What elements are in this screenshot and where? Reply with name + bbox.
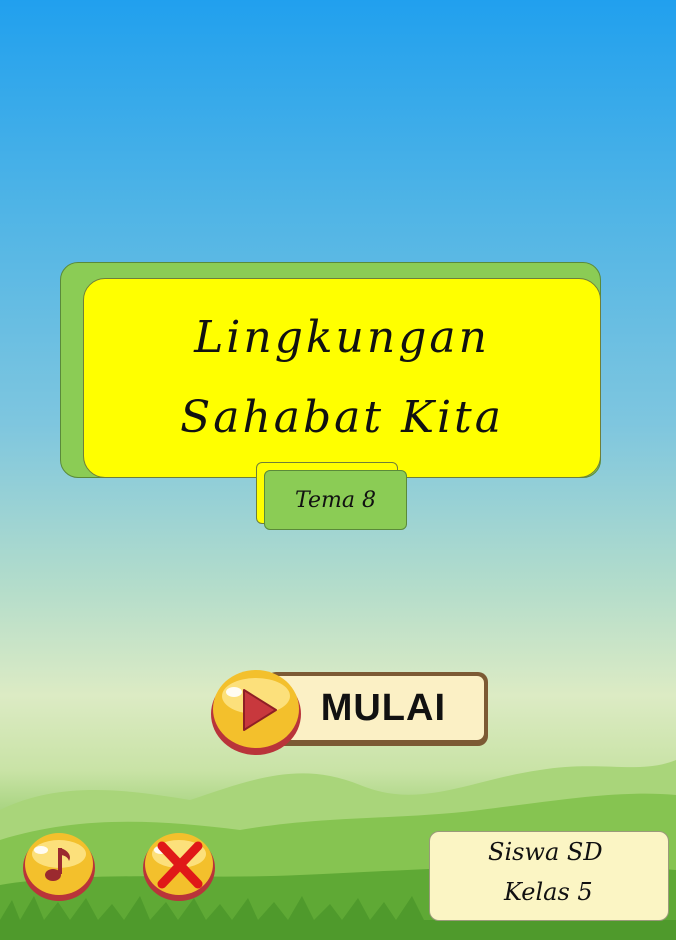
theme-badge: Tema 8 <box>256 462 407 530</box>
start-button-label: MULAI <box>270 676 484 740</box>
title-card-face: Lingkungan Sahabat Kita <box>83 278 601 478</box>
title-card: Lingkungan Sahabat Kita <box>60 262 601 478</box>
play-icon <box>211 670 301 755</box>
title-line-1: Lingkungan <box>194 312 490 363</box>
music-button[interactable] <box>22 830 96 902</box>
info-grade-label: Kelas 5 <box>504 878 593 906</box>
exit-button[interactable] <box>142 830 216 902</box>
title-line-2: Sahabat Kita <box>180 392 504 443</box>
class-info-box: Siswa SD Kelas 5 <box>429 831 669 921</box>
close-x-icon <box>143 833 215 901</box>
start-button[interactable]: MULAI <box>210 666 490 756</box>
info-student-label: Siswa SD <box>488 838 603 866</box>
music-note-icon <box>23 833 95 901</box>
theme-badge-label: Tema 8 <box>264 470 407 530</box>
